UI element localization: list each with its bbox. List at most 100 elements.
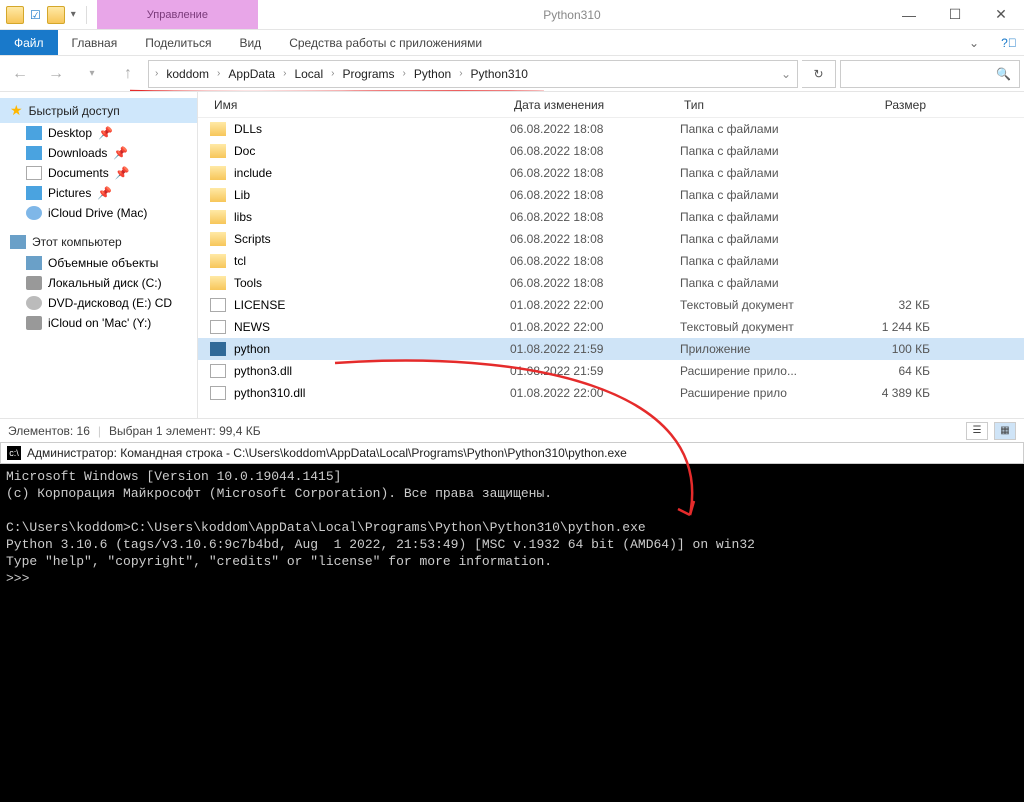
file-icon bbox=[210, 364, 226, 378]
chevron-right-icon[interactable]: › bbox=[331, 68, 334, 79]
tab-home[interactable]: Главная bbox=[58, 30, 132, 55]
sidebar-item-icloud-drive[interactable]: iCloud Drive (Mac) bbox=[0, 203, 197, 223]
status-item-count: Элементов: 16 bbox=[8, 424, 90, 438]
file-date: 06.08.2022 18:08 bbox=[510, 254, 680, 268]
search-icon: 🔍 bbox=[996, 67, 1011, 81]
quick-access-header[interactable]: ★Быстрый доступ bbox=[0, 98, 197, 123]
file-size: 32 КБ bbox=[840, 298, 930, 312]
nav-up-button[interactable]: ↑ bbox=[112, 60, 144, 88]
file-icon bbox=[210, 386, 226, 400]
file-name: LICENSE bbox=[234, 298, 510, 312]
breadcrumb-item[interactable]: Python310 bbox=[467, 67, 532, 81]
file-date: 06.08.2022 18:08 bbox=[510, 188, 680, 202]
this-pc-header[interactable]: Этот компьютер bbox=[0, 231, 197, 253]
folder-icon bbox=[210, 254, 226, 268]
sidebar-item-desktop[interactable]: Desktop📌 bbox=[0, 123, 197, 143]
nav-recent-button[interactable]: ▾ bbox=[76, 60, 108, 88]
table-row[interactable]: Tools06.08.2022 18:08Папка с файлами bbox=[198, 272, 1024, 294]
table-row[interactable]: libs06.08.2022 18:08Папка с файлами bbox=[198, 206, 1024, 228]
close-button[interactable]: ✕ bbox=[978, 0, 1024, 29]
qat-sep bbox=[86, 6, 87, 24]
nav-back-button[interactable]: ← bbox=[4, 60, 36, 88]
chevron-right-icon[interactable]: › bbox=[459, 68, 462, 79]
breadcrumb-item[interactable]: Python bbox=[410, 67, 455, 81]
column-headers[interactable]: Имя Дата изменения Тип Размер bbox=[198, 92, 1024, 118]
computer-icon bbox=[10, 235, 26, 249]
file-list: Имя Дата изменения Тип Размер DLLs06.08.… bbox=[198, 92, 1024, 418]
app-icon bbox=[210, 342, 226, 356]
sidebar-item-icloud-mac[interactable]: iCloud on 'Mac' (Y:) bbox=[0, 313, 197, 333]
pin-icon: 📌 bbox=[115, 166, 130, 180]
breadcrumb-item[interactable]: koddom bbox=[162, 67, 213, 81]
sidebar-item-downloads[interactable]: Downloads📌 bbox=[0, 143, 197, 163]
file-type: Текстовый документ bbox=[680, 320, 840, 334]
file-date: 06.08.2022 18:08 bbox=[510, 276, 680, 290]
column-type[interactable]: Тип bbox=[680, 98, 840, 112]
table-row[interactable]: Doc06.08.2022 18:08Папка с файлами bbox=[198, 140, 1024, 162]
chevron-right-icon[interactable]: › bbox=[155, 68, 158, 79]
file-tab[interactable]: Файл bbox=[0, 30, 58, 55]
table-row[interactable]: DLLs06.08.2022 18:08Папка с файлами bbox=[198, 118, 1024, 140]
column-name[interactable]: Имя bbox=[210, 98, 510, 112]
view-details-button[interactable]: ☰ bbox=[966, 422, 988, 440]
quick-access-toolbar: ☑ ▾ bbox=[0, 0, 97, 29]
console-output[interactable]: Microsoft Windows [Version 10.0.19044.14… bbox=[0, 464, 1024, 802]
tab-app-tools[interactable]: Средства работы с приложениями bbox=[275, 30, 496, 55]
file-type: Папка с файлами bbox=[680, 254, 840, 268]
table-row[interactable]: LICENSE01.08.2022 22:00Текстовый докумен… bbox=[198, 294, 1024, 316]
sidebar-item-3d-objects[interactable]: Объемные объекты bbox=[0, 253, 197, 273]
nav-forward-button[interactable]: → bbox=[40, 60, 72, 88]
table-row[interactable]: tcl06.08.2022 18:08Папка с файлами bbox=[198, 250, 1024, 272]
table-row[interactable]: python3.dll01.08.2022 21:59Расширение пр… bbox=[198, 360, 1024, 382]
sidebar-item-pictures[interactable]: Pictures📌 bbox=[0, 183, 197, 203]
table-row[interactable]: Scripts06.08.2022 18:08Папка с файлами bbox=[198, 228, 1024, 250]
table-row[interactable]: Lib06.08.2022 18:08Папка с файлами bbox=[198, 184, 1024, 206]
table-row[interactable]: python01.08.2022 21:59Приложение100 КБ bbox=[198, 338, 1024, 360]
chevron-right-icon[interactable]: › bbox=[283, 68, 286, 79]
file-icon bbox=[210, 320, 226, 334]
sidebar-item-dvd-drive[interactable]: DVD-дисковод (E:) CD bbox=[0, 293, 197, 313]
file-date: 01.08.2022 22:00 bbox=[510, 298, 680, 312]
sidebar-item-label: DVD-дисковод (E:) CD bbox=[48, 296, 172, 310]
this-pc-label: Этот компьютер bbox=[32, 235, 122, 249]
sidebar-item-label: iCloud on 'Mac' (Y:) bbox=[48, 316, 151, 330]
console-titlebar[interactable]: c:\ Администратор: Командная строка - C:… bbox=[0, 442, 1024, 464]
qat-save-icon[interactable]: ☑ bbox=[30, 8, 41, 22]
table-row[interactable]: include06.08.2022 18:08Папка с файлами bbox=[198, 162, 1024, 184]
column-size[interactable]: Размер bbox=[840, 98, 930, 112]
refresh-button[interactable]: ↻ bbox=[802, 60, 836, 88]
view-large-icons-button[interactable]: ▦ bbox=[994, 422, 1016, 440]
folder-icon[interactable] bbox=[47, 6, 65, 24]
file-type: Расширение прило bbox=[680, 386, 840, 400]
downloads-icon bbox=[26, 146, 42, 160]
help-icon[interactable]: ?⃝ bbox=[994, 30, 1024, 55]
sidebar-item-documents[interactable]: Documents📌 bbox=[0, 163, 197, 183]
navigation-pane[interactable]: ★Быстрый доступ Desktop📌 Downloads📌 Docu… bbox=[0, 92, 198, 418]
file-size: 1 244 КБ bbox=[840, 320, 930, 334]
chevron-right-icon[interactable]: › bbox=[217, 68, 220, 79]
breadcrumb-item[interactable]: Local bbox=[290, 67, 327, 81]
tab-view[interactable]: Вид bbox=[225, 30, 275, 55]
folder-icon bbox=[6, 6, 24, 24]
file-name: Lib bbox=[234, 188, 510, 202]
maximize-button[interactable]: ☐ bbox=[932, 0, 978, 29]
tab-share[interactable]: Поделиться bbox=[131, 30, 225, 55]
column-date[interactable]: Дата изменения bbox=[510, 98, 680, 112]
address-drop-icon[interactable]: ⌄ bbox=[781, 67, 791, 81]
chevron-right-icon[interactable]: › bbox=[402, 68, 405, 79]
file-rows[interactable]: DLLs06.08.2022 18:08Папка с файламиDoc06… bbox=[198, 118, 1024, 418]
ribbon-collapse-icon[interactable]: ⌄ bbox=[954, 30, 994, 55]
table-row[interactable]: NEWS01.08.2022 22:00Текстовый документ1 … bbox=[198, 316, 1024, 338]
search-input[interactable]: 🔍 bbox=[840, 60, 1020, 88]
desktop-icon bbox=[26, 126, 42, 140]
qat-chevron-icon[interactable]: ▾ bbox=[71, 9, 76, 20]
file-type: Текстовый документ bbox=[680, 298, 840, 312]
breadcrumb-item[interactable]: AppData bbox=[224, 67, 279, 81]
minimize-button[interactable]: — bbox=[886, 0, 932, 29]
breadcrumb[interactable]: › koddom › AppData › Local › Programs › … bbox=[148, 60, 798, 88]
breadcrumb-item[interactable]: Programs bbox=[338, 67, 398, 81]
star-icon: ★ bbox=[10, 102, 23, 119]
sidebar-item-local-disk-c[interactable]: Локальный диск (C:) bbox=[0, 273, 197, 293]
table-row[interactable]: python310.dll01.08.2022 22:00Расширение … bbox=[198, 382, 1024, 404]
console-title-text: Администратор: Командная строка - C:\Use… bbox=[27, 446, 627, 460]
